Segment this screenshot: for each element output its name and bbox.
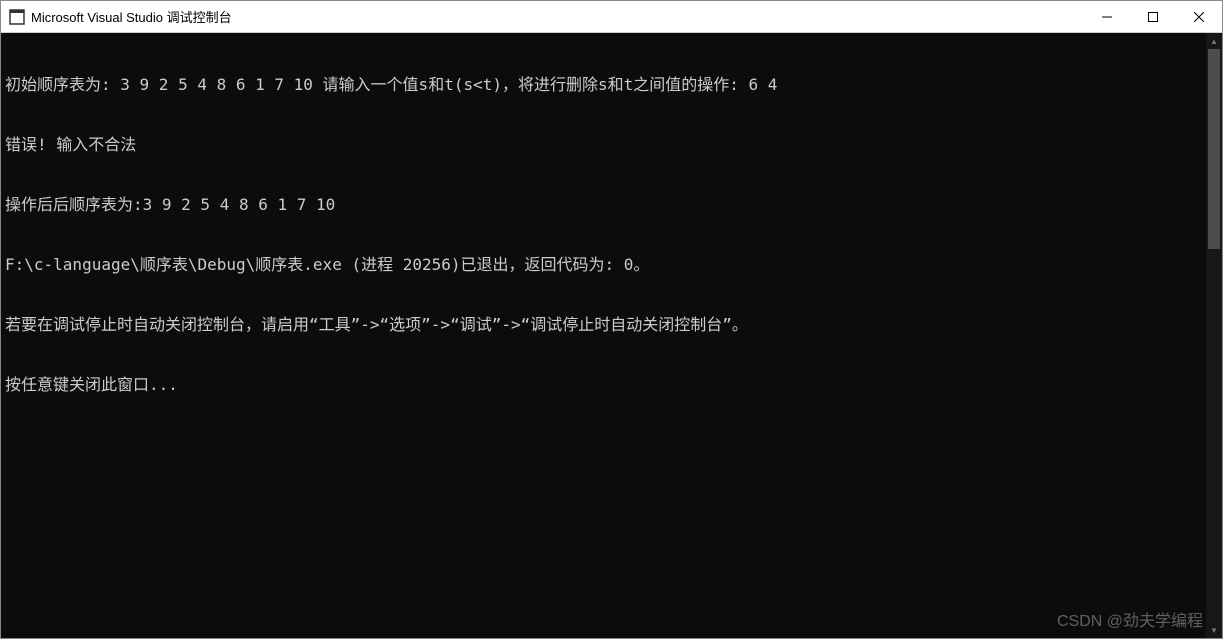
window-title: Microsoft Visual Studio 调试控制台	[31, 7, 1084, 26]
close-button[interactable]	[1176, 1, 1222, 32]
console-line: F:\c-language\顺序表\Debug\顺序表.exe (进程 2025…	[5, 255, 1202, 275]
maximize-button[interactable]	[1130, 1, 1176, 32]
app-icon	[9, 9, 25, 25]
console-output[interactable]: 初始顺序表为: 3 9 2 5 4 8 6 1 7 10 请输入一个值s和t(s…	[1, 33, 1206, 638]
minimize-button[interactable]	[1084, 1, 1130, 32]
console-line: 按任意键关闭此窗口...	[5, 375, 1202, 395]
scroll-up-arrow[interactable]: ▲	[1206, 33, 1222, 49]
app-window: Microsoft Visual Studio 调试控制台 初始顺序表为: 3 …	[0, 0, 1223, 639]
console-line: 初始顺序表为: 3 9 2 5 4 8 6 1 7 10 请输入一个值s和t(s…	[5, 75, 1202, 95]
console-line: 错误! 输入不合法	[5, 135, 1202, 155]
console-area: 初始顺序表为: 3 9 2 5 4 8 6 1 7 10 请输入一个值s和t(s…	[1, 33, 1222, 638]
scrollbar-thumb[interactable]	[1208, 49, 1220, 249]
window-controls	[1084, 1, 1222, 32]
vertical-scrollbar[interactable]: ▲ ▼	[1206, 33, 1222, 638]
console-line: 若要在调试停止时自动关闭控制台，请启用“工具”->“选项”->“调试”->“调试…	[5, 315, 1202, 335]
titlebar[interactable]: Microsoft Visual Studio 调试控制台	[1, 1, 1222, 33]
console-line: 操作后后顺序表为:3 9 2 5 4 8 6 1 7 10	[5, 195, 1202, 215]
scroll-down-arrow[interactable]: ▼	[1206, 622, 1222, 638]
